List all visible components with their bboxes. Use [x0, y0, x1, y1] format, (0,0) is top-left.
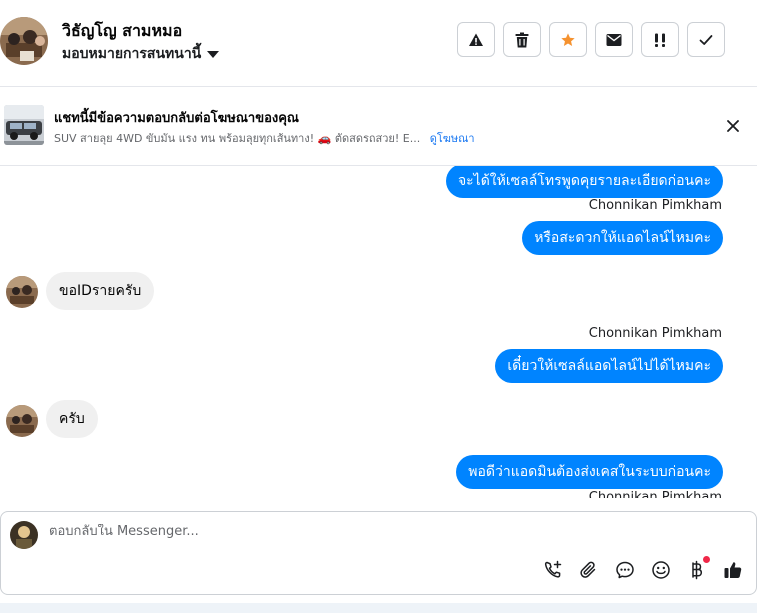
- emoji-button[interactable]: [650, 559, 672, 581]
- envelope-icon: [606, 33, 622, 46]
- sender-name: Chonnikan Pimkham: [588, 326, 722, 341]
- assign-label: มอบหมายการสนทนานี้: [62, 46, 202, 62]
- attach-button[interactable]: [578, 559, 600, 581]
- ad-reply-banner: แชทนี้มีข้อความตอบกลับต่อโฆษณาของคุณ SUV…: [0, 87, 757, 166]
- thumbs-up-icon: [724, 562, 742, 578]
- message-thread[interactable]: จะได้ให้เซลล์โทรพูดคุยรายละเอียดก่อนคะ C…: [0, 166, 757, 498]
- star-icon: [561, 32, 575, 46]
- follow-up-button[interactable]: [641, 22, 679, 57]
- ad-description-text: SUV สายลุย 4WD ขับมัน แรง ทน พร้อมลุยทุก…: [54, 132, 421, 145]
- conversation-header: วิธัญโญ สามหมอ มอบหมายการสนทนานี้: [0, 0, 757, 87]
- close-icon: [727, 120, 739, 132]
- message-bubble-outgoing[interactable]: หรือสะดวกให้แอดไลน์ไหมคะ: [522, 221, 723, 255]
- contact-avatar[interactable]: [0, 17, 48, 65]
- header-actions: [457, 22, 725, 57]
- view-ad-link[interactable]: ดูโฆษณา: [430, 132, 475, 145]
- reply-composer: [0, 511, 757, 595]
- done-button[interactable]: [687, 22, 725, 57]
- message-bubble-outgoing[interactable]: จะได้ให้เซลล์โทรพูดคุยรายละเอียดก่อนคะ: [445, 166, 723, 198]
- phone-add-icon: [544, 560, 562, 578]
- message-bubble-incoming[interactable]: ครับ: [46, 400, 98, 438]
- sender-name: Chonnikan Pimkham: [588, 198, 722, 213]
- warning-icon: [469, 33, 483, 46]
- page-avatar: [10, 521, 38, 549]
- exclamation-icon: [655, 33, 665, 47]
- mark-unread-button[interactable]: [595, 22, 633, 57]
- assign-conversation-dropdown[interactable]: มอบหมายการสนทนานี้: [62, 43, 220, 65]
- reply-input[interactable]: [49, 524, 709, 539]
- contact-avatar-small[interactable]: [6, 276, 38, 308]
- trash-icon: [515, 32, 529, 47]
- ad-thumbnail[interactable]: [4, 105, 44, 145]
- delete-button[interactable]: [503, 22, 541, 57]
- ad-banner-description: SUV สายลุย 4WD ขับมัน แรง ทน พร้อมลุยทุก…: [54, 129, 475, 147]
- saved-reply-button[interactable]: [614, 559, 636, 581]
- notification-dot: [703, 556, 710, 563]
- spam-button[interactable]: [457, 22, 495, 57]
- saved-reply-icon: [616, 561, 634, 579]
- phone-add-button[interactable]: [542, 559, 564, 581]
- baht-icon: [692, 560, 703, 580]
- check-icon: [699, 34, 713, 45]
- emoji-icon: [652, 561, 670, 579]
- ad-banner-title: แชทนี้มีข้อความตอบกลับต่อโฆษณาของคุณ: [54, 111, 299, 126]
- like-button[interactable]: [722, 559, 744, 581]
- footer-strip: [0, 603, 757, 613]
- paperclip-icon: [580, 561, 596, 578]
- close-banner-button[interactable]: [725, 118, 741, 134]
- message-bubble-incoming[interactable]: ขอIDรายครับ: [46, 272, 155, 310]
- star-button[interactable]: [549, 22, 587, 57]
- contact-name[interactable]: วิธัญโญ สามหมอ: [62, 19, 182, 44]
- message-bubble-outgoing[interactable]: พอดีว่าแอดมินต้องส่งเคสในระบบก่อนคะ: [456, 455, 723, 489]
- sender-name: Chonnikan Pimkham: [588, 490, 722, 498]
- caret-down-icon: [207, 51, 220, 58]
- composer-toolbar: [542, 556, 744, 581]
- payment-button[interactable]: [686, 556, 710, 581]
- contact-avatar-small[interactable]: [6, 405, 38, 437]
- message-bubble-outgoing[interactable]: เดี๋ยวให้เซลล์แอดไลน์ไปได้ไหมคะ: [495, 349, 723, 383]
